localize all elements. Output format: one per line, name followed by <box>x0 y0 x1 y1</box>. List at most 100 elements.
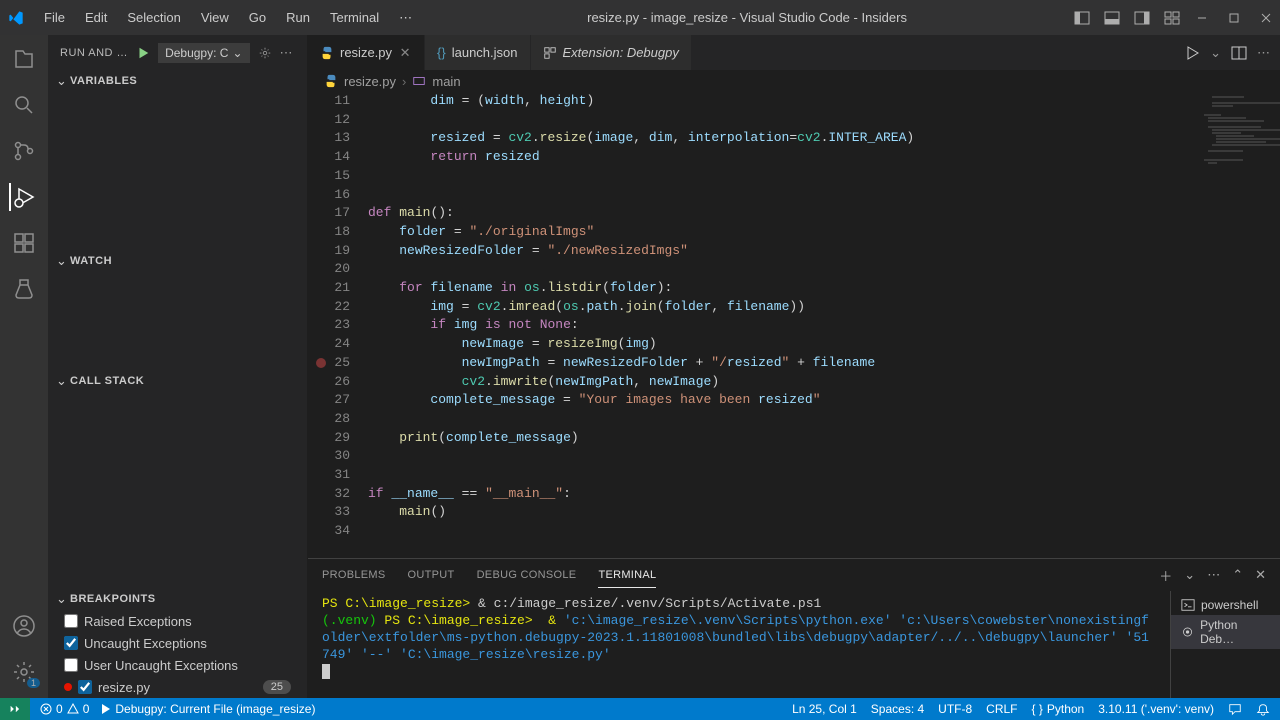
activity-source-control[interactable] <box>10 137 38 165</box>
menu-terminal[interactable]: Terminal <box>322 6 387 29</box>
python-file-icon <box>320 46 334 60</box>
status-errors[interactable]: 0 0 <box>40 702 89 716</box>
status-cursor[interactable]: Ln 25, Col 1 <box>792 702 857 716</box>
debug-icon <box>1181 625 1194 639</box>
title-bar: File Edit Selection View Go Run Terminal… <box>0 0 1280 35</box>
bp-user-uncaught-exceptions[interactable]: User Uncaught Exceptions <box>48 654 307 676</box>
status-eol[interactable]: CRLF <box>986 702 1017 716</box>
breadcrumbs[interactable]: resize.py › main <box>308 70 1280 92</box>
chevron-down-icon: ⌄ <box>56 591 68 607</box>
activity-settings[interactable]: 1 <box>10 658 38 686</box>
terminal-content[interactable]: PS C:\image_resize> & c:/image_resize/.v… <box>308 591 1170 698</box>
start-debug-icon[interactable] <box>136 46 150 60</box>
activity-bar: 1 <box>0 35 48 698</box>
new-terminal-icon[interactable]: ＋ <box>1159 566 1172 585</box>
gutter[interactable]: 1112131415161718192021222324252627282930… <box>308 92 368 558</box>
close-panel-icon[interactable]: ✕ <box>1255 567 1266 583</box>
menu-run[interactable]: Run <box>278 6 318 29</box>
menu-edit[interactable]: Edit <box>77 6 115 29</box>
status-interpreter[interactable]: 3.10.11 ('.venv': venv) <box>1098 702 1214 716</box>
chevron-down-icon: ⌄ <box>232 46 242 60</box>
maximize-icon[interactable] <box>1228 12 1240 24</box>
variables-section-header[interactable]: ⌄VARIABLES <box>48 70 307 92</box>
activity-explorer[interactable] <box>10 45 38 73</box>
status-language[interactable]: { } Python <box>1032 702 1085 716</box>
gear-icon[interactable] <box>258 46 272 60</box>
tab-launch-json[interactable]: {} launch.json <box>425 35 530 70</box>
breakpoints-section-header[interactable]: ⌄BREAKPOINTS <box>48 588 307 610</box>
more-icon[interactable]: ⋯ <box>1207 567 1220 583</box>
bp-checkbox[interactable] <box>78 680 92 694</box>
status-feedback-icon[interactable] <box>1228 702 1242 716</box>
main-area: 1 RUN AND … Debugpy: C ⌄ ⋯ ⌄VARIABLES ⌄W… <box>0 35 1280 698</box>
activity-debug[interactable] <box>9 183 37 211</box>
terminal-icon <box>1181 598 1195 612</box>
breakpoint-dot-icon[interactable] <box>316 358 326 368</box>
chevron-down-icon: ⌄ <box>56 73 68 89</box>
layout-bottom-icon[interactable] <box>1104 10 1120 26</box>
chevron-down-icon[interactable]: ⌄ <box>1210 45 1221 61</box>
watch-section-header[interactable]: ⌄WATCH <box>48 250 307 272</box>
breakpoint-dot-icon <box>64 683 72 691</box>
debug-header: RUN AND … Debugpy: C ⌄ ⋯ <box>48 35 307 70</box>
menu-file[interactable]: File <box>36 6 73 29</box>
maximize-panel-icon[interactable]: ⌃ <box>1232 567 1243 583</box>
terminal-powershell[interactable]: powershell <box>1171 595 1280 615</box>
menu-overflow[interactable]: ⋯ <box>391 6 420 30</box>
split-editor-icon[interactable] <box>1231 45 1247 61</box>
code-content[interactable]: dim = (width, height) resized = cv2.resi… <box>368 92 1200 558</box>
callstack-section-header[interactable]: ⌄CALL STACK <box>48 370 307 392</box>
activity-accounts[interactable] <box>10 612 38 640</box>
debug-header-title: RUN AND … <box>60 47 128 59</box>
menu-view[interactable]: View <box>193 6 237 29</box>
editor-area: resize.py ✕ {} launch.json Extension: De… <box>308 35 1280 698</box>
bp-checkbox[interactable] <box>64 658 78 672</box>
minimap[interactable] <box>1200 92 1280 558</box>
status-encoding[interactable]: UTF-8 <box>938 702 972 716</box>
close-icon[interactable]: ✕ <box>398 46 412 60</box>
debug-side-panel: RUN AND … Debugpy: C ⌄ ⋯ ⌄VARIABLES ⌄WAT… <box>48 35 308 698</box>
chevron-down-icon: ⌄ <box>56 253 68 269</box>
bp-checkbox[interactable] <box>64 636 78 650</box>
status-bell-icon[interactable] <box>1256 702 1270 716</box>
status-debug-config[interactable]: Debugpy: Current File (image_resize) <box>99 702 315 716</box>
status-spaces[interactable]: Spaces: 4 <box>871 702 924 716</box>
minimize-icon[interactable] <box>1196 12 1208 24</box>
activity-testing[interactable] <box>10 275 38 303</box>
tab-extension-debugpy[interactable]: Extension: Debugpy <box>531 35 692 70</box>
more-icon[interactable]: ⋯ <box>1257 45 1270 61</box>
layout-right-icon[interactable] <box>1134 10 1150 26</box>
bp-uncaught-exceptions[interactable]: Uncaught Exceptions <box>48 632 307 654</box>
extension-icon <box>543 46 557 60</box>
bp-raised-exceptions[interactable]: Raised Exceptions <box>48 610 307 632</box>
activity-extensions[interactable] <box>10 229 38 257</box>
activity-search[interactable] <box>10 91 38 119</box>
json-file-icon: {} <box>437 45 446 60</box>
code-editor[interactable]: 1112131415161718192021222324252627282930… <box>308 92 1280 558</box>
bp-checkbox[interactable] <box>64 614 78 628</box>
layout-customize-icon[interactable] <box>1164 10 1180 26</box>
run-icon[interactable] <box>1184 45 1200 61</box>
status-bar: 0 0 Debugpy: Current File (image_resize)… <box>0 698 1280 720</box>
panel-tab-problems[interactable]: PROBLEMS <box>322 563 386 587</box>
panel-tab-terminal[interactable]: TERMINAL <box>598 563 656 588</box>
panel-tab-output[interactable]: OUTPUT <box>408 563 455 587</box>
symbol-function-icon <box>412 74 426 88</box>
remote-indicator[interactable] <box>0 698 30 720</box>
debug-config-dropdown[interactable]: Debugpy: C ⌄ <box>158 43 249 63</box>
terminal-list: powershell Python Deb… <box>1170 591 1280 698</box>
bp-file-resize[interactable]: resize.py25 <box>48 676 307 698</box>
menu-selection[interactable]: Selection <box>119 6 188 29</box>
layout-left-icon[interactable] <box>1074 10 1090 26</box>
vscode-logo-icon <box>8 10 24 26</box>
chevron-right-icon: › <box>402 74 406 89</box>
panel-tab-debug-console[interactable]: DEBUG CONSOLE <box>477 563 577 587</box>
terminal-python-debug[interactable]: Python Deb… <box>1171 615 1280 649</box>
python-file-icon <box>324 74 338 88</box>
debug-more-icon[interactable]: ⋯ <box>280 45 293 61</box>
tab-resize-py[interactable]: resize.py ✕ <box>308 35 425 70</box>
bottom-panel: PROBLEMS OUTPUT DEBUG CONSOLE TERMINAL ＋… <box>308 558 1280 698</box>
close-icon[interactable] <box>1260 12 1272 24</box>
chevron-down-icon[interactable]: ⌄ <box>1184 567 1195 583</box>
menu-go[interactable]: Go <box>241 6 274 29</box>
